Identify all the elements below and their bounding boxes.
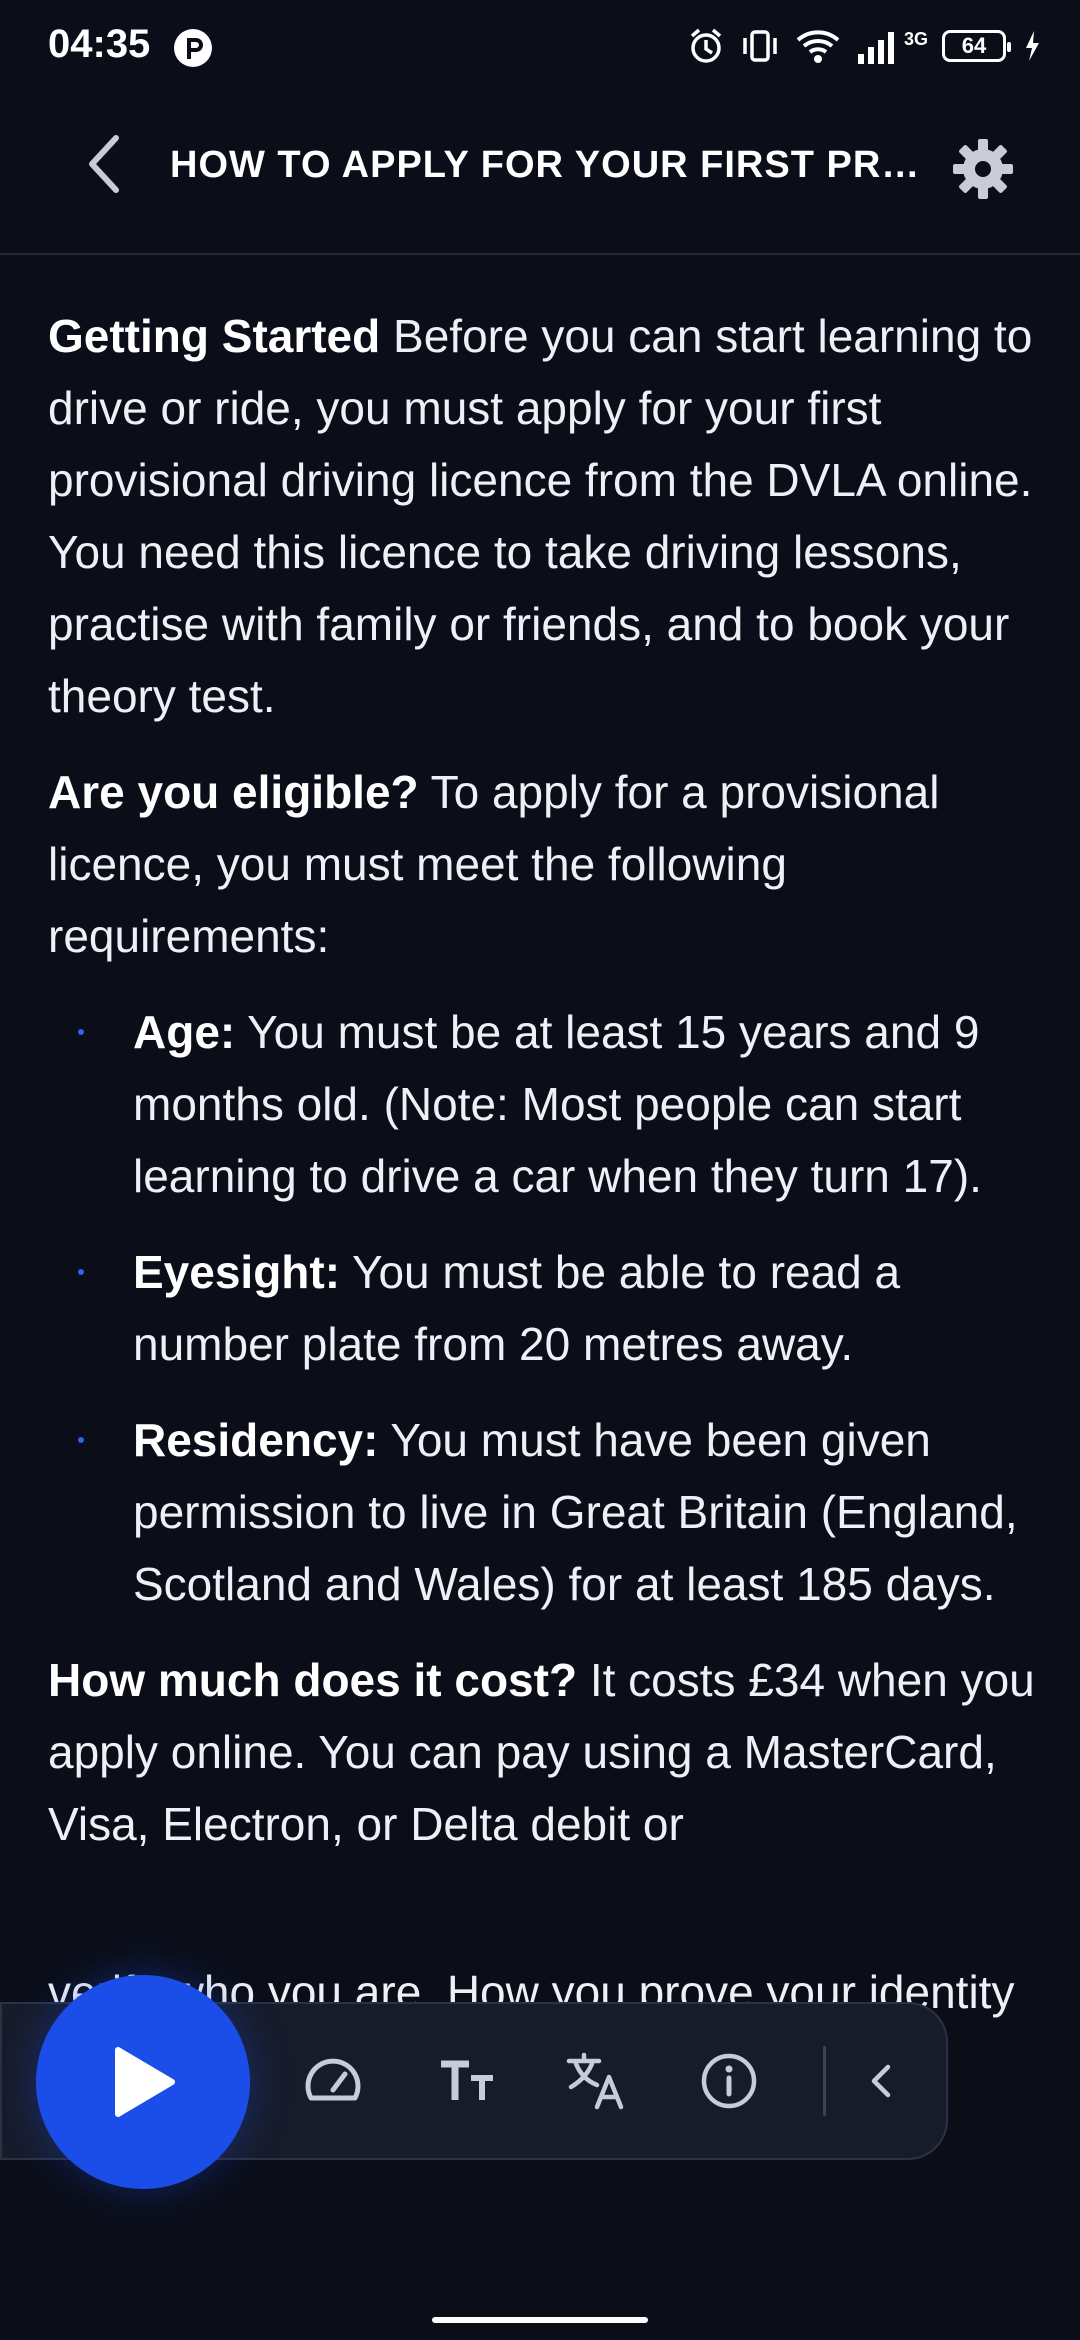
playback-speed-button[interactable]	[298, 2046, 368, 2116]
network-type: 3G	[903, 28, 928, 49]
list-item-label: Eyesight:	[133, 1246, 341, 1298]
settings-button[interactable]	[948, 134, 1018, 204]
heading-getting-started: Getting Started	[48, 310, 381, 362]
heading-cost: How much does it cost?	[48, 1654, 578, 1706]
wifi-icon	[794, 26, 842, 66]
chevron-left-icon	[89, 135, 119, 193]
info-button[interactable]	[694, 2046, 764, 2116]
article-content: Getting Started Before you can start lea…	[48, 300, 1038, 2124]
list-item-eyesight: Eyesight: You must be able to read a num…	[48, 1236, 1038, 1380]
info-icon	[701, 2053, 757, 2109]
bullet-dot	[78, 1029, 84, 1035]
app-notification-icon	[173, 28, 213, 68]
heading-eligibility: Are you eligible?	[48, 766, 419, 818]
collapse-player-button[interactable]	[846, 2046, 916, 2116]
text-size-icon	[441, 2060, 493, 2100]
signal-icon	[856, 26, 902, 66]
charging-icon	[1024, 31, 1040, 61]
list-item-label: Residency:	[133, 1414, 379, 1466]
gear-icon	[953, 139, 1013, 199]
battery-indicator: 64	[942, 30, 1011, 62]
status-time: 04:35	[48, 22, 151, 66]
translate-icon	[566, 2052, 624, 2110]
home-indicator[interactable]	[432, 2317, 648, 2323]
play-button[interactable]	[36, 1975, 250, 2189]
list-item-text: You must be at least 15 years and 9 mont…	[133, 1006, 982, 1202]
back-button[interactable]	[72, 132, 136, 196]
text-size-button[interactable]	[432, 2046, 502, 2116]
list-item-age: Age: You must be at least 15 years and 9…	[48, 996, 1038, 1212]
list-item-residency: Residency: You must have been given perm…	[48, 1404, 1038, 1620]
chevron-left-icon	[871, 2064, 891, 2098]
paragraph-cost: How much does it cost? It costs £34 when…	[48, 1644, 1038, 1860]
player-divider	[823, 2046, 826, 2116]
paragraph-eligibility: Are you eligible? To apply for a provisi…	[48, 756, 1038, 972]
status-bar: 04:35 3G 64	[0, 0, 1080, 96]
alarm-icon	[686, 26, 726, 66]
vibrate-icon	[740, 26, 780, 66]
status-icons: 3G 64	[686, 26, 1040, 66]
app-header: HOW TO APPLY FOR YOUR FIRST PROVISIONAL …	[0, 96, 1080, 255]
speedometer-icon	[305, 2058, 361, 2101]
requirements-list: Age: You must be at least 15 years and 9…	[48, 996, 1038, 1620]
bullet-dot	[78, 1269, 84, 1275]
list-item-label: Age:	[133, 1006, 236, 1058]
page-title: HOW TO APPLY FOR YOUR FIRST PROVISIONAL …	[170, 144, 920, 186]
translate-button[interactable]	[562, 2046, 632, 2116]
bullet-dot	[78, 1437, 84, 1443]
paragraph-text: Before you can start learning to drive o…	[48, 310, 1033, 722]
play-icon	[115, 2047, 175, 2117]
paragraph-getting-started: Getting Started Before you can start lea…	[48, 300, 1038, 732]
